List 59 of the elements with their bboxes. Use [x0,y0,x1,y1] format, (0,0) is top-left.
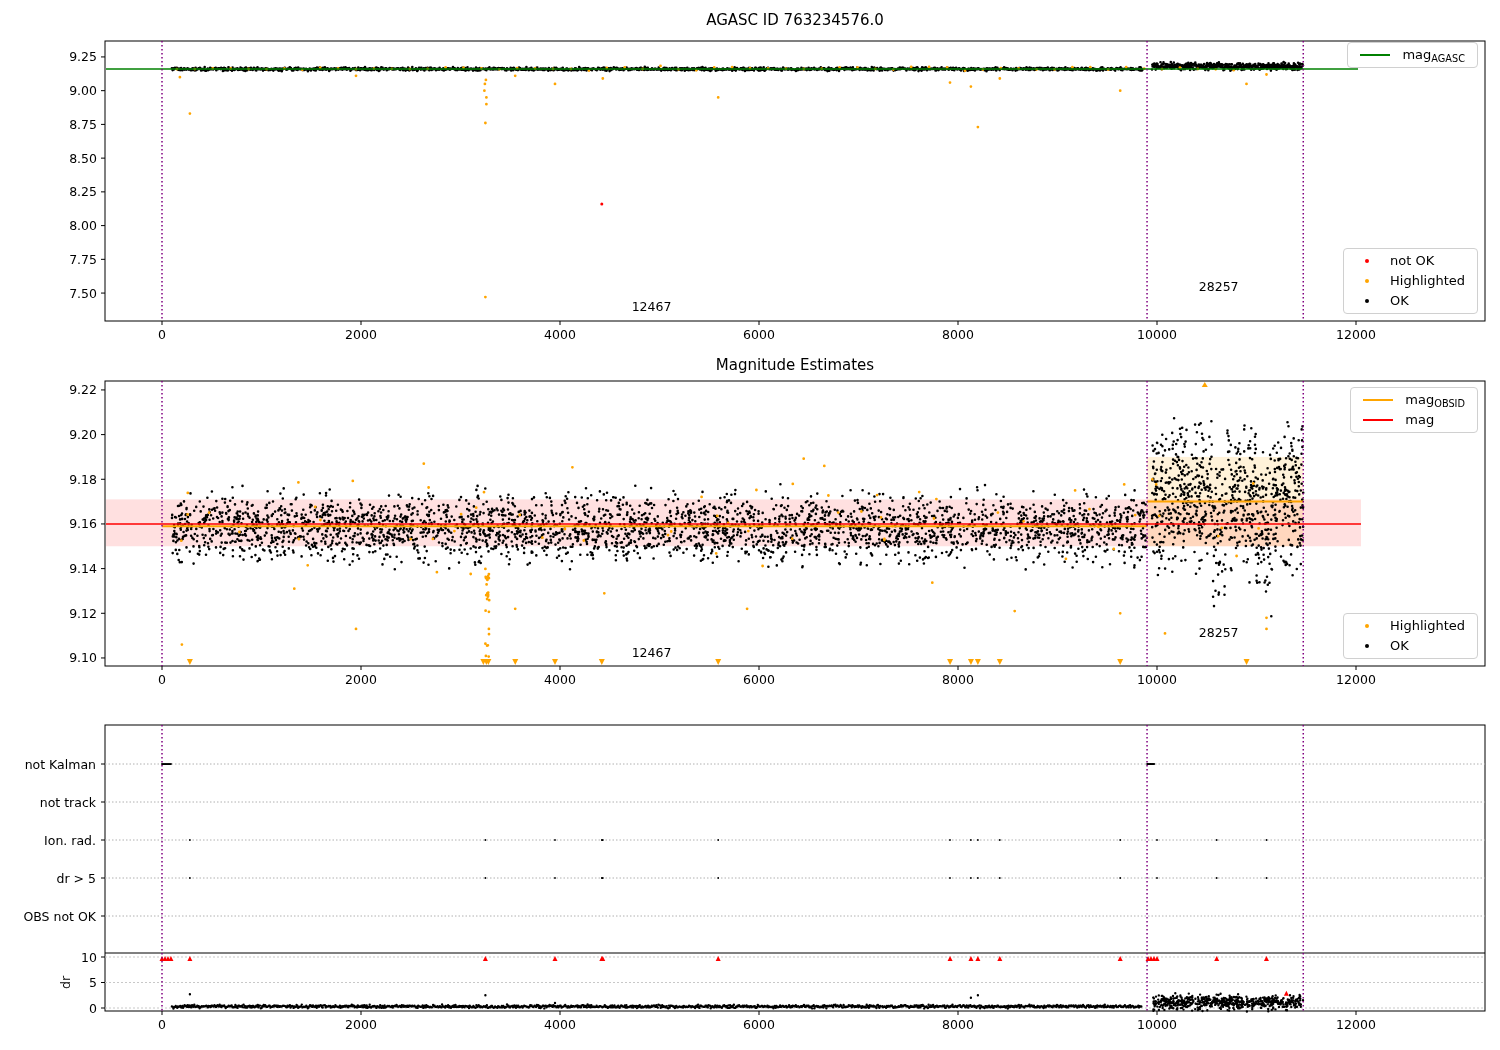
y-tick-label: 9.12 [69,605,97,621]
x-tick-label: 4000 [544,672,576,687]
x-tick-label: 6000 [743,1017,775,1032]
legend-label: mag [1405,411,1436,430]
y-tick-label: 8.75 [69,116,97,132]
x-tick-label: 4000 [544,1017,576,1032]
chart-title: AGASC ID 763234576.0 [706,9,884,31]
x-tick-label: 10000 [1137,672,1177,687]
category-label: not Kalman [24,756,96,772]
x-tick-label: 0 [158,327,166,342]
y-tick-label: 9.00 [69,83,97,99]
legend-label: Highlighted [1390,617,1466,636]
category-label: not track [39,794,96,810]
x-tick-label: 6000 [743,327,775,342]
x-tick-label: 0 [158,1017,166,1032]
y-tick-label: 8.00 [69,218,97,234]
y-tick-label: 7.75 [69,251,97,267]
legend-label: mag$_{OBSID}$ [1405,391,1466,410]
x-tick-label: 2000 [345,1017,377,1032]
y-tick-label: 5 [89,975,97,990]
x-tick-label: 0 [158,672,166,687]
y-tick-label: 9.25 [69,49,97,65]
x-tick-label: 8000 [942,672,974,687]
y-tick-label: 9.22 [69,382,97,398]
x-tick-label: 8000 [942,327,974,342]
y-tick-label: 9.10 [69,650,97,666]
y-tick-label: 7.50 [69,285,97,301]
x-tick-label: 4000 [544,327,576,342]
chart-title: Magnitude Estimates [715,354,875,376]
x-tick-label: 10000 [1137,327,1177,342]
annotation-label: 12467 [631,645,672,660]
category-label: dr > 5 [56,870,96,886]
legend-label: Highlighted [1390,272,1466,291]
annotation-label: 28257 [1198,625,1239,640]
y-tick-label: 9.20 [69,427,97,443]
x-tick-label: 8000 [942,1017,974,1032]
y-tick-label: 9.16 [69,516,97,532]
y-tick-label: 9.18 [69,471,97,487]
legend-label: mag$_{AGASC}$ [1402,46,1466,65]
y-tick-label: 10 [81,949,97,965]
x-tick-label: 12000 [1336,672,1376,687]
x-tick-label: 2000 [345,672,377,687]
annotation-label: 12467 [631,299,672,314]
legend-label: not OK [1390,252,1436,271]
category-label: Ion. rad. [44,832,96,848]
x-tick-label: 2000 [345,327,377,342]
x-tick-label: 12000 [1336,327,1376,342]
x-tick-label: 10000 [1137,1017,1177,1032]
y-tick-label: 0 [89,1000,97,1016]
x-tick-label: 6000 [743,672,775,687]
y-tick-label: 8.25 [69,184,97,200]
annotation-label: 28257 [1198,279,1239,294]
x-tick-label: 12000 [1336,1017,1376,1032]
y-tick-label: 8.50 [69,150,97,166]
y-axis-label: dr [58,975,73,990]
legend-label: OK [1390,637,1410,656]
category-label: OBS not OK [23,908,96,924]
y-tick-label: 9.14 [69,561,97,577]
legend-label: OK [1390,292,1410,311]
